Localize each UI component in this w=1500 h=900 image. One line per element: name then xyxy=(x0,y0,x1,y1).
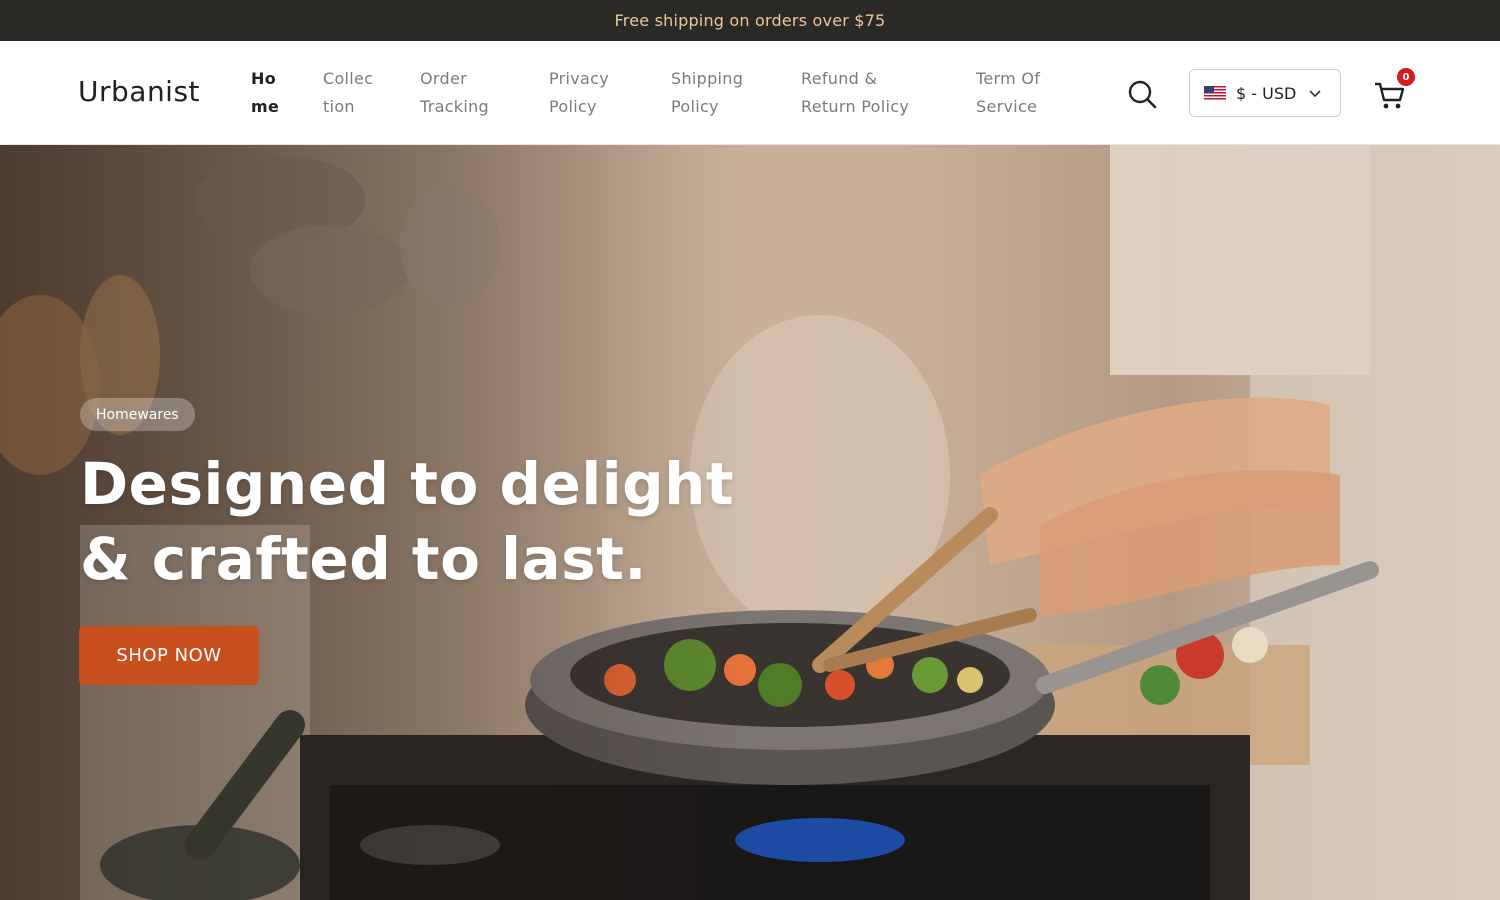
nav-collection[interactable]: Collec tion xyxy=(323,65,373,121)
site-header: Urbanist Ho me Collec tion Order Trackin… xyxy=(0,41,1500,145)
nav-terms-line1: Term Of xyxy=(976,69,1041,88)
chevron-down-icon xyxy=(1309,90,1321,98)
cart-count-badge: 0 xyxy=(1397,68,1415,86)
hero-headline-line1: Designed to delight xyxy=(80,450,735,518)
category-tag[interactable]: Homewares xyxy=(80,398,195,431)
hero-headline: Designed to delight & crafted to last. xyxy=(80,447,760,597)
search-icon[interactable] xyxy=(1126,78,1158,110)
nav-home-line1: Ho xyxy=(251,69,276,88)
nav-refund-policy-line2: Return Policy xyxy=(801,97,910,116)
currency-label: $ - USD xyxy=(1236,83,1297,103)
nav-collection-line1: Collec xyxy=(323,69,374,88)
nav-privacy-policy-line2: Policy xyxy=(549,97,597,116)
hero-banner: Homewares Designed to delight & crafted … xyxy=(0,145,1500,900)
nav-home[interactable]: Ho me xyxy=(251,65,279,121)
announcement-text: Free shipping on orders over $75 xyxy=(614,11,886,30)
nav-terms-of-service[interactable]: Term Of Service xyxy=(976,65,1040,121)
nav-refund-policy[interactable]: Refund & Return Policy xyxy=(801,65,909,121)
nav-collection-line2: tion xyxy=(323,97,355,116)
nav-home-line2: me xyxy=(251,97,280,116)
nav-shipping-policy-line2: Policy xyxy=(671,97,719,116)
nav-privacy-policy-line1: Privacy xyxy=(549,69,610,88)
logo[interactable]: Urbanist xyxy=(78,75,200,108)
us-flag-icon xyxy=(1204,85,1226,101)
nav-order-tracking-line2: Tracking xyxy=(420,97,490,116)
nav-shipping-policy[interactable]: Shipping Policy xyxy=(671,65,743,121)
nav-order-tracking-line1: Order xyxy=(420,69,467,88)
hero-headline-line2: & crafted to last. xyxy=(80,525,647,593)
nav-refund-policy-line1: Refund & xyxy=(801,69,878,88)
nav-terms-line2: Service xyxy=(976,97,1038,116)
nav-shipping-policy-line1: Shipping xyxy=(671,69,744,88)
nav-privacy-policy[interactable]: Privacy Policy xyxy=(549,65,609,121)
announcement-bar: Free shipping on orders over $75 xyxy=(0,0,1500,41)
currency-selector[interactable]: $ - USD xyxy=(1189,69,1341,117)
nav-order-tracking[interactable]: Order Tracking xyxy=(420,65,489,121)
shop-now-button[interactable]: SHOP NOW xyxy=(79,626,259,685)
